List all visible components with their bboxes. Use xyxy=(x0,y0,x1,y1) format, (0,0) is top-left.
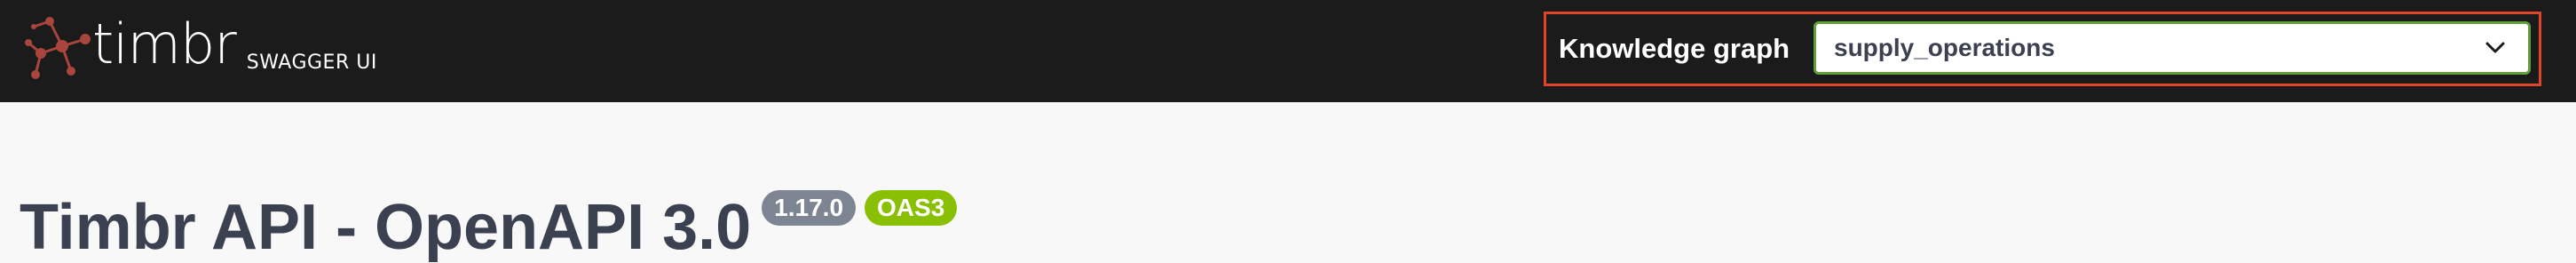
timbr-logo[interactable]: timbr SWAGGER UI xyxy=(23,12,377,84)
knowledge-graph-selected-value: supply_operations xyxy=(1834,34,2055,61)
api-title-row: Timbr API - OpenAPI 3.0 1.17.0 OAS3 xyxy=(20,178,958,263)
oas-badge: OAS3 xyxy=(865,190,958,226)
logo-wordmark: timbr xyxy=(92,12,237,76)
knowledge-graph-selector-highlight: Knowledge graph supply_operations xyxy=(1544,12,2541,86)
knowledge-graph-label: Knowledge graph xyxy=(1559,33,1790,64)
logo-subtitle: SWAGGER UI xyxy=(246,51,377,74)
version-badge: 1.17.0 xyxy=(762,190,857,226)
chevron-down-icon xyxy=(2485,42,2505,53)
top-bar: timbr SWAGGER UI Knowledge graph supply_… xyxy=(0,0,2576,102)
page-title: Timbr API - OpenAPI 3.0 xyxy=(20,192,752,263)
timbr-molecule-icon xyxy=(25,17,91,79)
knowledge-graph-select[interactable]: supply_operations xyxy=(1813,21,2531,75)
